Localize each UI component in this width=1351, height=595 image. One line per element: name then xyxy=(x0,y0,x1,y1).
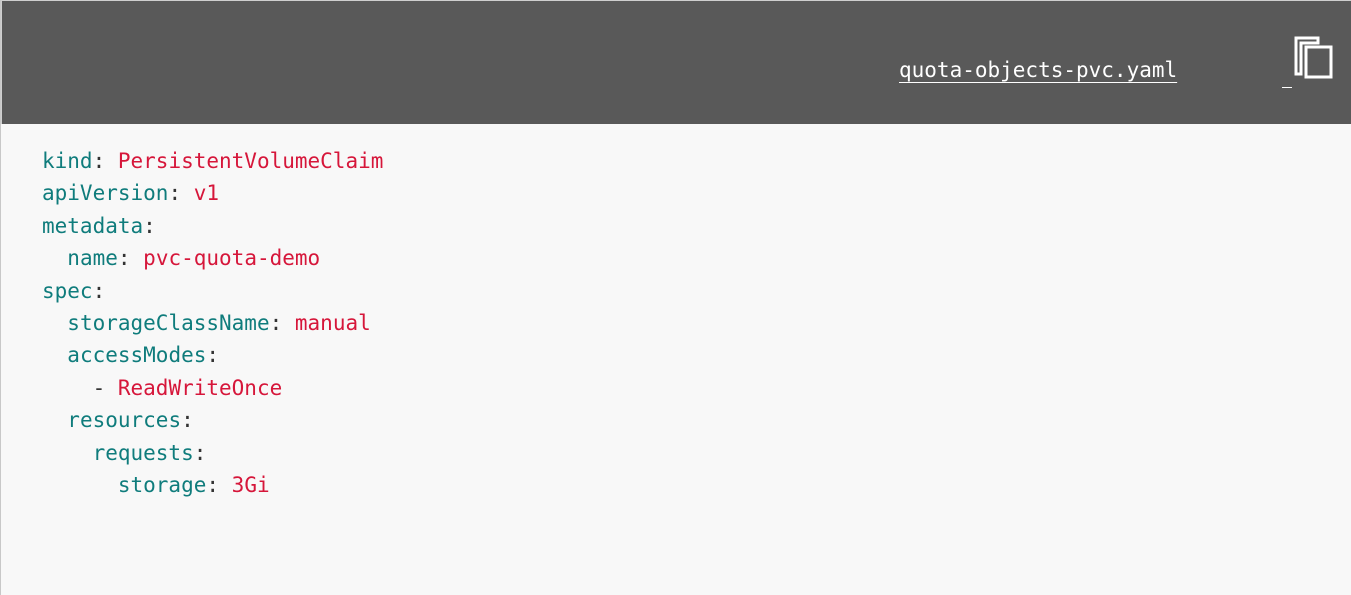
code-block: quota-objects-pvc.yaml kind: PersistentV… xyxy=(0,0,1351,595)
filename-link[interactable]: quota-objects-pvc.yaml xyxy=(899,56,1177,84)
yaml-key: requests xyxy=(92,440,194,465)
yaml-key: spec xyxy=(42,278,93,303)
code-line: kind: PersistentVolumeClaim xyxy=(42,149,384,173)
code-line: resources: xyxy=(67,408,194,433)
yaml-value: manual xyxy=(294,310,371,335)
yaml-code: kind: PersistentVolumeClaim apiVersion: v… xyxy=(42,145,383,501)
yaml-value: ReadWriteOnce xyxy=(117,375,283,400)
filename-underline xyxy=(1282,87,1292,88)
yaml-key: apiVersion xyxy=(42,181,169,206)
code-header: quota-objects-pvc.yaml xyxy=(1,0,1351,124)
yaml-value: 3Gi xyxy=(231,472,270,497)
yaml-key: resources xyxy=(67,408,182,433)
code-line: apiVersion: v1 xyxy=(42,181,220,206)
yaml-key: accessModes xyxy=(67,343,207,368)
yaml-key: kind xyxy=(42,149,93,173)
code-line: - ReadWriteOnce xyxy=(92,375,283,400)
yaml-key: name xyxy=(67,246,118,271)
code-line: name: pvc-quota-demo xyxy=(67,246,321,271)
yaml-value: PersistentVolumeClaim xyxy=(117,149,384,173)
code-line: metadata: xyxy=(42,213,156,238)
yaml-key: storageClassName xyxy=(67,310,270,335)
copy-icon[interactable] xyxy=(1292,34,1336,82)
code-line: storageClassName: manual xyxy=(67,310,371,335)
yaml-key: storage xyxy=(117,472,207,497)
code-line: storage: 3Gi xyxy=(117,472,270,497)
code-line: accessModes: xyxy=(67,343,220,368)
yaml-value: v1 xyxy=(193,181,220,206)
yaml-key: metadata xyxy=(42,213,144,238)
code-line: spec: xyxy=(42,278,106,303)
yaml-value: pvc-quota-demo xyxy=(143,246,321,271)
code-line: requests: xyxy=(92,440,207,465)
